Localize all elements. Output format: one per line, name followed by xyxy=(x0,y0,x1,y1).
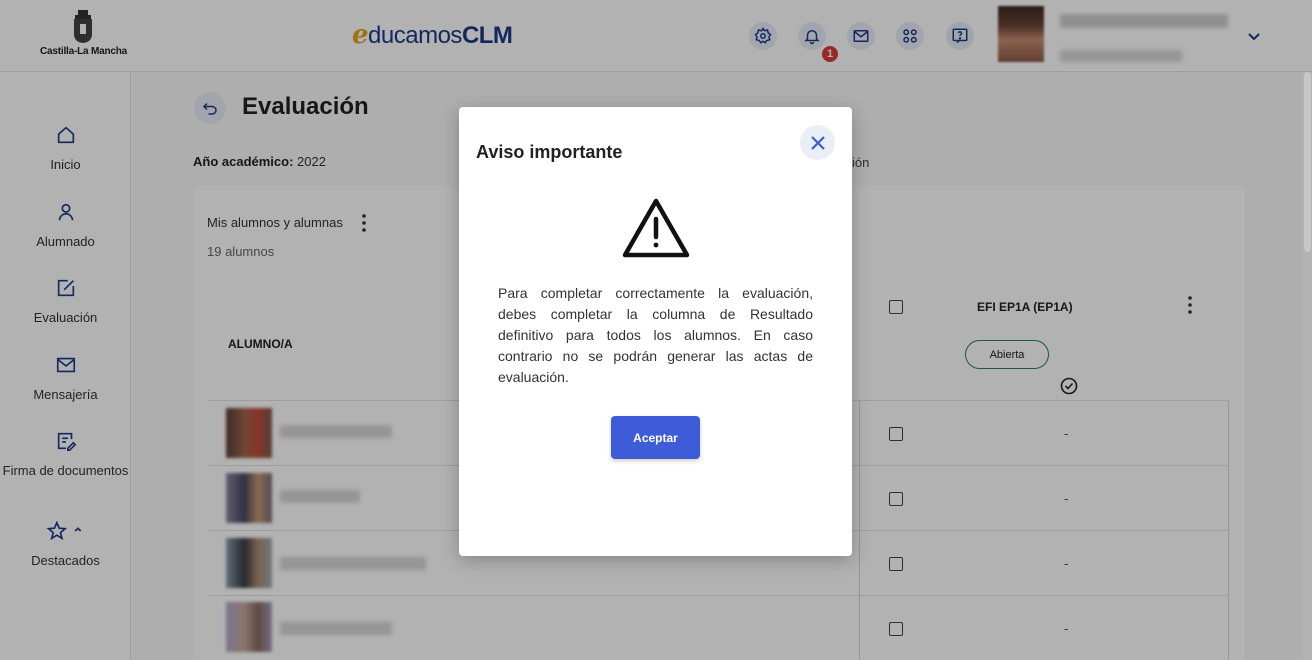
close-button[interactable] xyxy=(800,125,835,160)
page-scrollbar[interactable] xyxy=(1302,72,1312,660)
scrollbar-thumb[interactable] xyxy=(1304,72,1311,252)
close-icon xyxy=(810,135,825,150)
dialog-title: Aviso importante xyxy=(476,142,623,162)
dialog-message: Para completar correctamente la evaluaci… xyxy=(498,285,813,385)
accept-button[interactable]: Aceptar xyxy=(611,416,700,459)
warning-dialog: Aviso importante Para completar correcta… xyxy=(459,107,852,556)
warning-icon xyxy=(622,198,690,258)
